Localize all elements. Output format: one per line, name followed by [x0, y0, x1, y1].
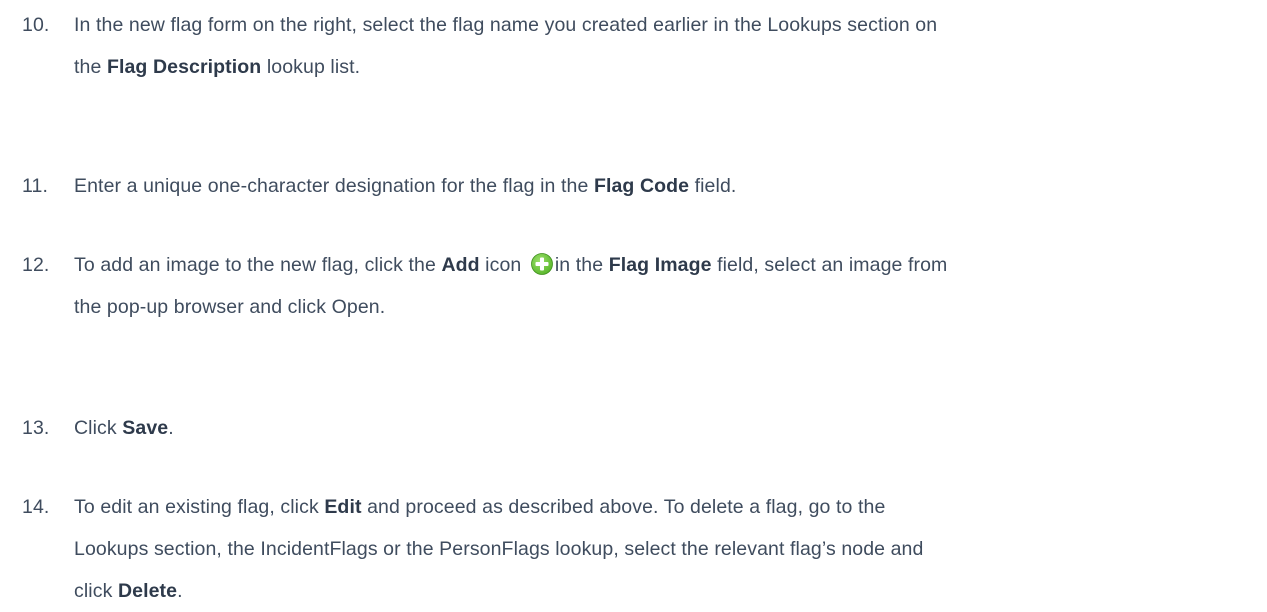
text-line: Click Save.: [74, 407, 1264, 449]
ui-term: Edit: [324, 496, 362, 518]
text-line: the pop-up browser and click Open.: [74, 286, 1264, 328]
ui-term: Add: [441, 254, 480, 276]
text-run: To edit an existing flag, click: [74, 496, 325, 518]
text-run: the pop-up browser and click Open.: [74, 296, 386, 318]
ui-term: Flag Image: [608, 254, 712, 276]
ui-term: Flag Code: [593, 175, 690, 197]
text-line: the Flag Description lookup list.: [74, 46, 1264, 88]
text-line: Enter a unique one-character designation…: [74, 165, 1264, 207]
step-number: 11.: [22, 175, 48, 197]
ui-term: Flag Description: [106, 56, 262, 78]
text-line: To edit an existing flag, click Edit and…: [74, 486, 1264, 528]
step-text: In the new flag form on the right, selec…: [74, 4, 1264, 88]
text-line: click Delete.: [74, 570, 1264, 612]
text-run: Click: [74, 417, 123, 439]
text-run: the: [74, 56, 107, 78]
step-text: Enter a unique one-character designation…: [74, 165, 1264, 207]
text-run: In the new flag form on the right, selec…: [74, 14, 938, 36]
text-run: To add an image to the new flag, click t…: [74, 254, 442, 276]
text-run: in the: [554, 254, 609, 276]
step-number: 12.: [22, 254, 50, 276]
text-run: icon: [479, 254, 527, 276]
text-run: field, select an image from: [711, 254, 948, 276]
text-run: field.: [689, 175, 737, 197]
step-text: To add an image to the new flag, click t…: [74, 244, 1264, 328]
text-run: and proceed as described above. To delet…: [361, 496, 886, 518]
text-run: lookup list.: [261, 56, 361, 78]
text-run: Enter a unique one-character designation…: [74, 175, 594, 197]
text-run: .: [168, 417, 174, 439]
text-line: In the new flag form on the right, selec…: [74, 4, 1264, 46]
text-run: Lookups section, the IncidentFlags or th…: [74, 538, 924, 560]
text-line: To add an image to the new flag, click t…: [74, 244, 1264, 286]
step-number: 13.: [22, 417, 50, 439]
step-number: 14.: [22, 496, 50, 518]
step-text: Click Save.: [74, 407, 1264, 449]
text-line: Lookups section, the IncidentFlags or th…: [74, 528, 1264, 570]
text-run: click: [74, 580, 118, 602]
step-text: To edit an existing flag, click Edit and…: [74, 486, 1264, 612]
text-run: .: [177, 580, 183, 602]
ui-term: Save: [122, 417, 169, 439]
step-number: 10.: [22, 14, 50, 36]
add-icon: [530, 248, 553, 275]
ui-term: Delete: [117, 580, 178, 602]
